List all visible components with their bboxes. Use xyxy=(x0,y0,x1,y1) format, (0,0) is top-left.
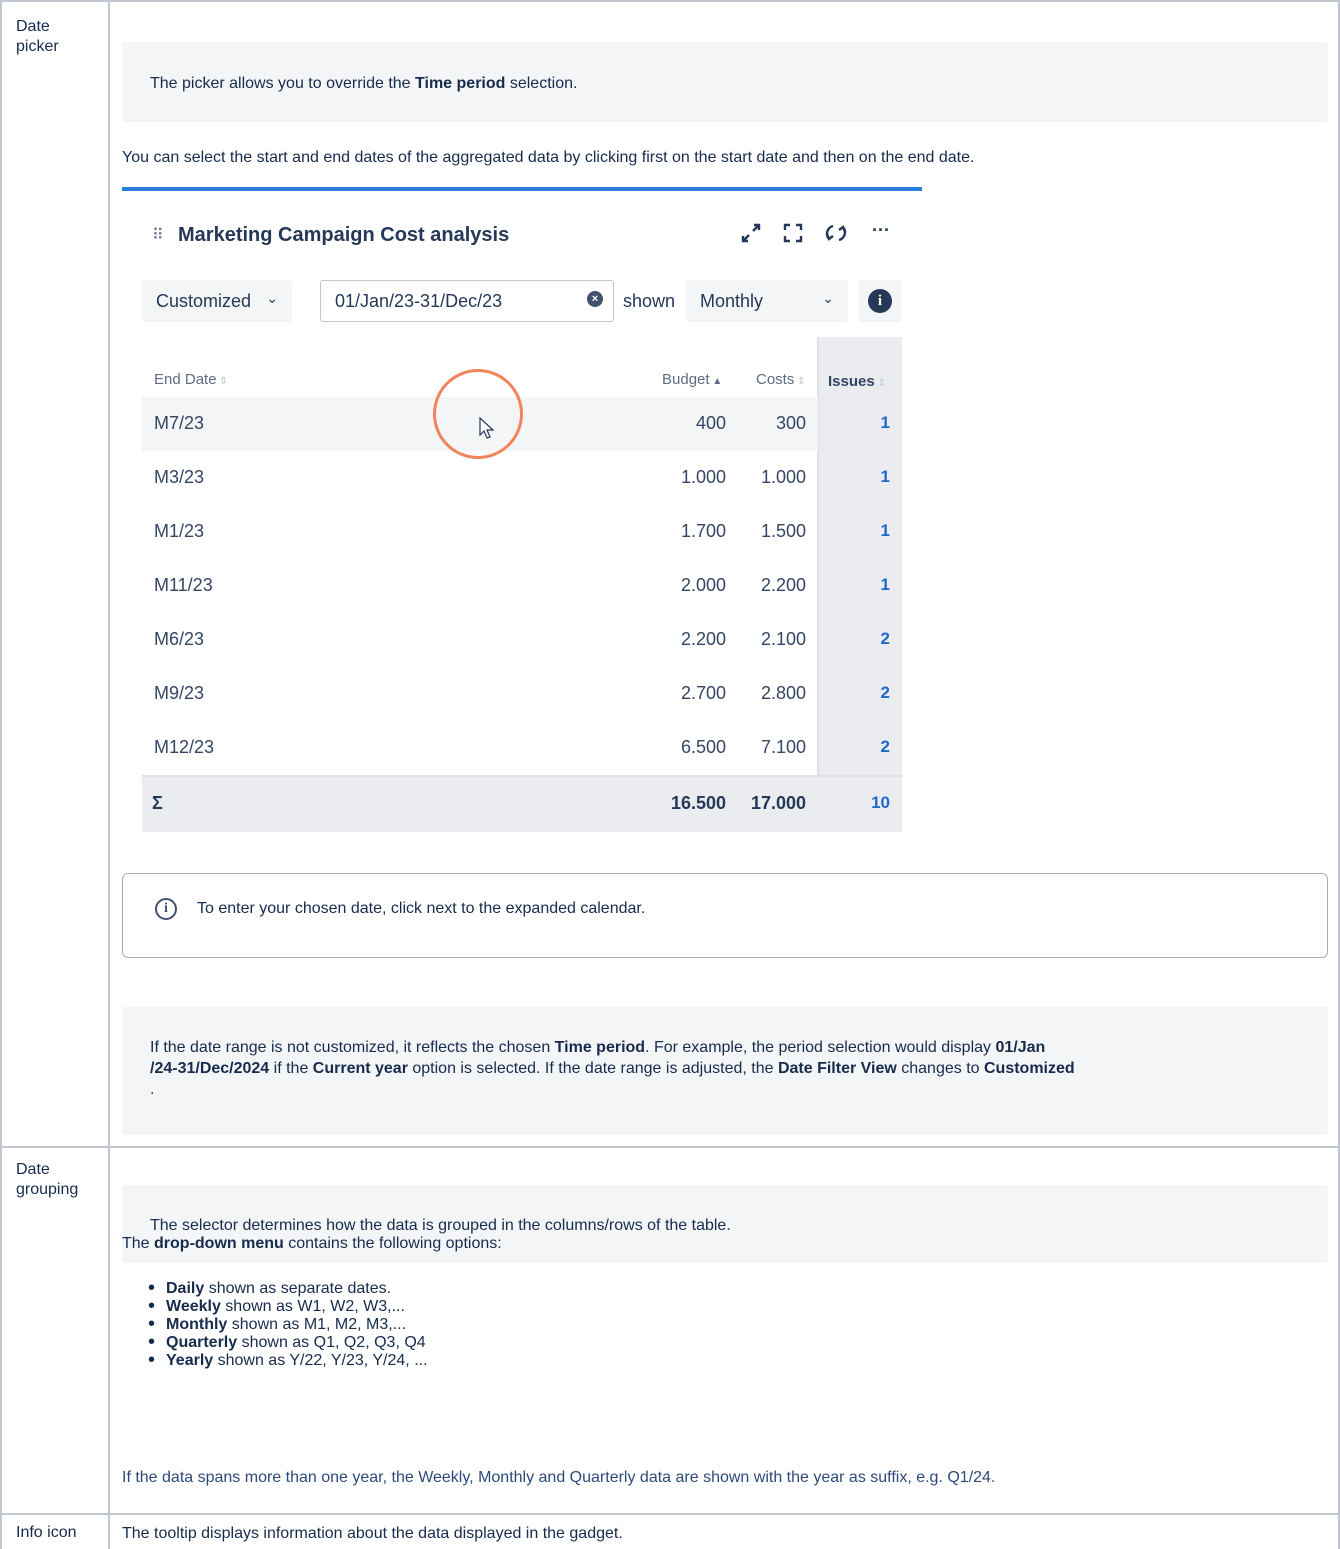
info-icon-description: The tooltip displays information about t… xyxy=(122,1525,623,1542)
cell-issues-link[interactable]: 2 xyxy=(881,629,890,649)
list-item: Daily shown as separate dates. xyxy=(148,1279,428,1298)
table-row[interactable]: M11/23 2.000 2.200 xyxy=(142,559,818,613)
chevron-down-icon: ⌄ xyxy=(822,290,834,306)
cell-issues-link[interactable]: 1 xyxy=(881,575,890,595)
more-icon[interactable]: ··· xyxy=(872,220,890,241)
cell-end-date: M7/23 xyxy=(154,413,205,433)
column-header-end-date[interactable]: End Date ⇕ xyxy=(154,371,228,388)
cell-costs: 7.100 xyxy=(760,737,806,757)
info-circle-icon: i xyxy=(155,898,177,920)
instruction-text: You can select the start and end dates o… xyxy=(122,149,975,166)
cell-costs: 2.200 xyxy=(760,575,806,595)
table-row[interactable]: M1/23 1.700 1.500 xyxy=(142,505,818,559)
cell-end-date: M3/23 xyxy=(154,467,205,487)
column-header-costs[interactable]: Costs ⇕ xyxy=(756,371,806,388)
column-header-issues[interactable]: Issues ⇕ xyxy=(828,373,886,390)
shown-label: shown xyxy=(623,291,676,311)
column-divider xyxy=(108,0,110,1549)
list-item: Monthly shown as M1, M2, M3,... xyxy=(148,1315,428,1334)
table-row[interactable]: M3/23 1.000 1.000 xyxy=(142,451,818,505)
chevron-down-icon: ⌄ xyxy=(266,290,278,306)
sort-icon: ⇕ xyxy=(216,376,228,387)
table-row[interactable]: M6/23 2.200 2.100 xyxy=(142,613,818,667)
row-label-date-picker: Date picker xyxy=(16,18,59,55)
sort-icon: ▲ xyxy=(709,376,723,387)
option-list: Daily shown as separate dates. Weekly sh… xyxy=(148,1279,428,1370)
column-header-budget[interactable]: Budget ▲ xyxy=(662,371,722,388)
clear-icon[interactable]: × xyxy=(587,291,603,307)
cell-costs: 2.100 xyxy=(760,629,806,649)
cell-budget: 2.000 xyxy=(680,575,726,595)
row-divider xyxy=(0,1146,1340,1148)
cell-costs: 2.800 xyxy=(760,683,806,703)
refresh-icon[interactable] xyxy=(824,222,848,249)
suffix-note: If the data spans more than one year, th… xyxy=(122,1469,996,1486)
gadget-top-bar xyxy=(122,187,922,191)
cell-issues-link[interactable]: 1 xyxy=(881,467,890,487)
grouping-select[interactable]: Monthly ⌄ xyxy=(686,280,848,322)
sort-icon: ⇕ xyxy=(794,376,806,387)
cell-budget: 1.700 xyxy=(680,521,726,541)
info-icon: i xyxy=(868,289,892,313)
grouping-select-value: Monthly xyxy=(700,291,764,311)
cell-end-date: M12/23 xyxy=(154,737,215,757)
panel-text: The picker allows you to override the Ti… xyxy=(150,75,578,92)
dropdown-intro: The drop-down menu contains the followin… xyxy=(122,1235,502,1252)
total-budget: 16.500 xyxy=(670,793,726,813)
collapse-icon[interactable] xyxy=(740,222,762,249)
table-border-top xyxy=(0,0,1340,2)
cell-budget: 1.000 xyxy=(680,467,726,487)
cell-costs: 1.000 xyxy=(760,467,806,487)
date-view-select-value: Customized xyxy=(156,291,252,311)
gadget-title: Marketing Campaign Cost analysis xyxy=(178,224,510,246)
cell-budget: 6.500 xyxy=(680,737,726,757)
cell-issues-link[interactable]: 2 xyxy=(881,683,890,703)
cell-issues-link[interactable]: 2 xyxy=(881,737,890,757)
cell-budget: 2.200 xyxy=(680,629,726,649)
cell-budget: 400 xyxy=(695,413,726,433)
date-range-input[interactable]: 01/Jan/23-31/Dec/23 × xyxy=(320,280,614,322)
callout-text: To enter your chosen date, click next to… xyxy=(197,900,646,917)
info-callout: i To enter your chosen date, click next … xyxy=(122,873,1328,958)
sort-icon: ⇕ xyxy=(874,378,886,389)
cell-budget: 2.700 xyxy=(680,683,726,703)
note-panel: If the date range is not customized, it … xyxy=(122,1007,1328,1135)
sum-symbol: Σ xyxy=(152,793,163,813)
fullscreen-icon[interactable] xyxy=(782,222,804,249)
cell-end-date: M6/23 xyxy=(154,629,205,649)
drag-handle-icon[interactable]: ⠿ xyxy=(152,225,164,245)
cell-end-date: M9/23 xyxy=(154,683,205,703)
cell-end-date: M11/23 xyxy=(154,575,213,595)
info-button[interactable]: i xyxy=(858,280,902,322)
list-item: Quarterly shown as Q1, Q2, Q3, Q4 xyxy=(148,1333,428,1352)
note-text: If the date range is not customized, it … xyxy=(150,1039,1075,1098)
table-row[interactable]: M12/23 6.500 7.100 xyxy=(142,721,818,775)
gadget-screenshot: ⠿ Marketing Campaign Cost analysis ··· C… xyxy=(122,187,922,852)
cell-issues-link[interactable]: 1 xyxy=(881,413,890,433)
list-item: Yearly shown as Y/22, Y/23, Y/24, ... xyxy=(148,1351,428,1370)
total-issues-link[interactable]: 10 xyxy=(871,793,890,813)
mouse-cursor-icon xyxy=(478,416,496,440)
cell-costs: 1.500 xyxy=(760,521,806,541)
cell-issues-link[interactable]: 1 xyxy=(881,521,890,541)
row-divider xyxy=(0,1513,1340,1515)
cell-end-date: M1/23 xyxy=(154,521,205,541)
cell-costs: 300 xyxy=(775,413,806,433)
date-range-value: 01/Jan/23-31/Dec/23 xyxy=(335,291,503,311)
total-costs: 17.000 xyxy=(750,793,806,813)
info-panel: The picker allows you to override the Ti… xyxy=(122,42,1328,122)
row-label-info-icon: Info icon xyxy=(16,1524,77,1541)
click-highlight-ring xyxy=(433,369,523,459)
table-border-left xyxy=(0,0,2,1549)
date-view-select[interactable]: Customized ⌄ xyxy=(142,280,292,322)
table-row[interactable]: M9/23 2.700 2.800 xyxy=(142,667,818,721)
row-label-date-grouping: Date grouping xyxy=(16,1161,79,1198)
list-item: Weekly shown as W1, W2, W3,... xyxy=(148,1297,428,1316)
totals-row: Σ 16.500 17.000 10 xyxy=(142,775,902,832)
